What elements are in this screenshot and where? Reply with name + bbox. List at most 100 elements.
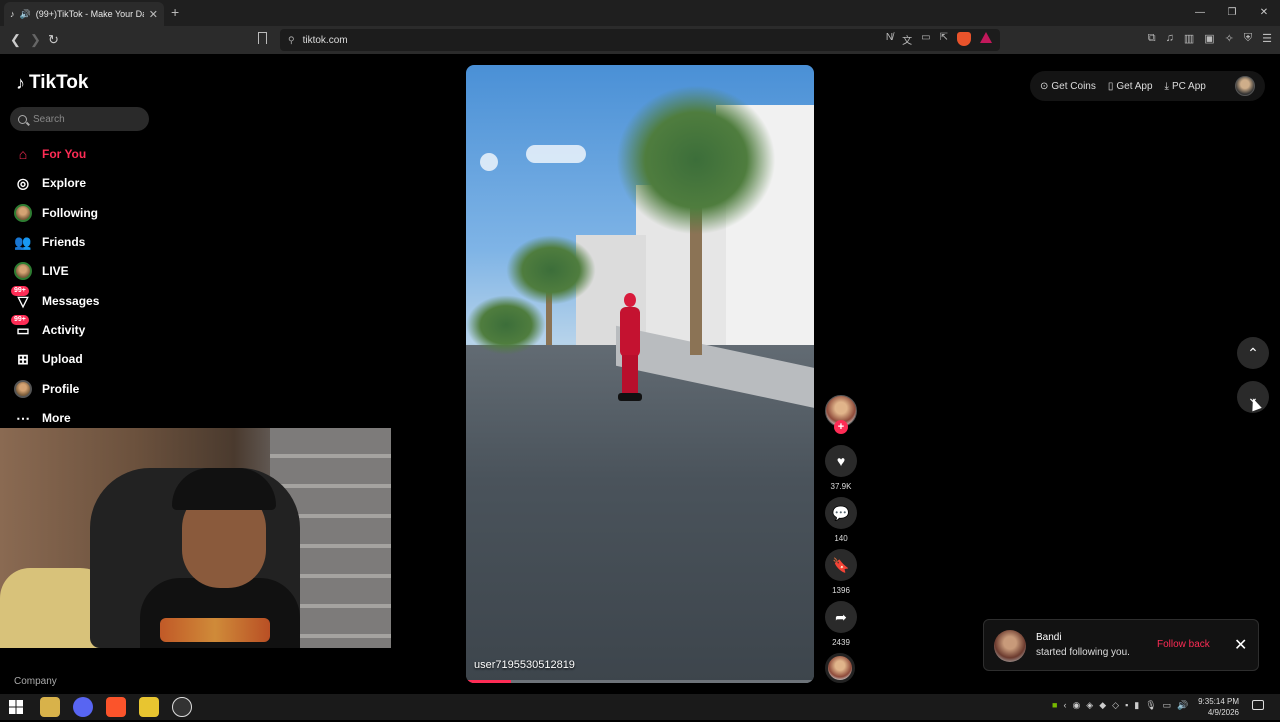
video-player[interactable]: user7195530512819 — [466, 65, 814, 683]
sidebar-item-profile[interactable]: Profile — [14, 377, 154, 401]
profile-icon — [14, 380, 32, 398]
get-app-label: Get App — [1116, 80, 1153, 92]
vpn-icon[interactable]: ⛨ — [1244, 32, 1252, 45]
skater — [616, 293, 644, 403]
heart-icon: ♥ — [836, 453, 846, 469]
tiktok-logo[interactable]: ♪ TikTok — [16, 72, 88, 94]
avatar-icon — [14, 262, 32, 280]
sidebar-item-following[interactable]: Following — [14, 201, 154, 225]
save-button[interactable]: 🔖 — [825, 549, 857, 581]
previous-video-button[interactable]: ⌃ — [1237, 337, 1269, 369]
download-icon: ⤓ — [1164, 80, 1169, 92]
leo-ai-icon[interactable]: ✧ — [1225, 32, 1234, 45]
pc-app-button[interactable]: ⤓ PC App — [1165, 81, 1206, 92]
share-icon[interactable]: ⇱ — [940, 32, 948, 47]
minimize-button[interactable]: — — [1184, 0, 1216, 26]
discord-icon[interactable] — [73, 697, 93, 717]
like-button[interactable]: ♥ — [825, 445, 857, 477]
brave-shield-icon[interactable] — [957, 32, 971, 46]
palm-top — [506, 235, 596, 305]
sidebar-item-messages[interactable]: ▽ 99+ Messages — [11, 286, 154, 313]
brave-browser-icon[interactable] — [106, 697, 126, 717]
get-app-button[interactable]: ▯ Get App — [1108, 81, 1153, 92]
tab-close-button[interactable]: ✕ — [149, 8, 158, 21]
search-input[interactable]: Search — [10, 107, 149, 131]
follower-avatar[interactable] — [994, 630, 1026, 662]
sidebar-item-label: More — [42, 411, 71, 425]
game-app-icon[interactable] — [139, 697, 159, 717]
steam-icon[interactable]: ◉ — [1072, 700, 1080, 711]
user-avatar[interactable] — [1235, 76, 1255, 96]
notification-center-icon[interactable] — [1252, 700, 1264, 710]
file-explorer-icon[interactable] — [40, 697, 60, 717]
bookmark-icon[interactable] — [258, 32, 267, 44]
video-progress-bar[interactable] — [466, 680, 814, 683]
sidebar-item-more[interactable]: ⋯ More — [14, 406, 154, 430]
brave-rewards-icon[interactable] — [980, 32, 992, 43]
like-count: 37.9K — [830, 482, 852, 491]
comment-button[interactable]: 💬 — [825, 497, 857, 529]
company-link[interactable]: Company — [14, 676, 57, 687]
start-button[interactable] — [6, 697, 26, 717]
follow-notification: Bandi started following you. Follow back… — [983, 619, 1259, 671]
sidebar-item-label: Messages — [42, 294, 100, 308]
close-notification-button[interactable]: ✕ — [1234, 635, 1247, 655]
get-coins-label: Get Coins — [1051, 80, 1096, 92]
system-clock[interactable]: 9:35:14 PM 4/9/2026 — [1195, 696, 1239, 718]
video-username[interactable]: user7195530512819 — [474, 659, 575, 671]
obs-icon[interactable] — [172, 697, 192, 717]
sidebar-icon[interactable]: ▥ — [1184, 32, 1194, 45]
save-count: 1396 — [832, 586, 850, 595]
system-tray: ■ ‹ ◉ ◈ ◆ ◇ ▪ ▮ 🎙 ▭ 🔊 — [1052, 700, 1188, 711]
forward-button[interactable]: ❯ — [30, 32, 41, 48]
menu-icon[interactable]: ☰ — [1262, 32, 1272, 45]
tray-app-icon[interactable]: ▪ — [1125, 700, 1128, 711]
sidebar-item-for-you[interactable]: ⌂ For You — [14, 142, 154, 166]
media-icon[interactable]: ♫ — [1166, 32, 1174, 45]
wallet-icon[interactable]: ▣ — [1204, 32, 1214, 45]
search-icon — [18, 114, 27, 124]
new-tab-button[interactable]: + — [171, 4, 179, 20]
restore-button[interactable]: ❐ — [1216, 0, 1248, 26]
follower-name: Bandi — [1036, 632, 1062, 643]
battery-icon[interactable]: ▮ — [1134, 700, 1139, 711]
tray-app-icon[interactable]: ◇ — [1112, 700, 1119, 711]
microphone-icon[interactable]: 🎙 — [1145, 700, 1156, 711]
follow-back-button[interactable]: Follow back — [1157, 639, 1210, 650]
coin-icon: ⊙ — [1040, 80, 1049, 92]
window-controls: — ❐ ✕ — [1184, 0, 1280, 26]
tray-app-icon[interactable]: ◈ — [1086, 700, 1093, 711]
follow-plus-button[interactable]: + — [834, 420, 848, 434]
site-info-icon[interactable]: ⚲ — [288, 35, 295, 46]
webcam-shirt-print — [160, 618, 270, 642]
compass-icon: ◎ — [16, 174, 30, 191]
sidebar-item-activity[interactable]: ▭ 99+ Activity — [11, 315, 154, 342]
sidebar-item-explore[interactable]: ◎ Explore — [14, 171, 154, 195]
reader-mode-icon[interactable]: N̸ — [886, 32, 893, 47]
music-disc[interactable] — [825, 653, 855, 683]
sidebar-item-upload[interactable]: ⊞ Upload — [14, 347, 154, 371]
upload-icon: ⊞ — [17, 350, 29, 367]
reload-button[interactable]: ↻ — [48, 32, 59, 48]
sidebar-item-live[interactable]: LIVE — [14, 259, 154, 283]
logo-text: TikTok — [29, 72, 89, 93]
back-button[interactable]: ❮ — [10, 32, 21, 48]
pc-app-label: PC App — [1171, 80, 1206, 92]
network-icon[interactable]: ▭ — [1163, 700, 1172, 711]
cast-icon[interactable]: ▭ — [921, 32, 930, 47]
get-coins-button[interactable]: ⊙ Get Coins — [1040, 81, 1096, 92]
speaker-icon[interactable]: 🔊 — [20, 9, 31, 20]
sidebar-item-friends[interactable]: 👥 Friends — [14, 230, 154, 254]
volume-icon[interactable]: 🔊 — [1177, 700, 1188, 711]
address-bar[interactable]: ⚲ tiktok.com N̸ 文 ▭ ⇱ — [280, 29, 1000, 51]
browser-tab[interactable]: ♪ 🔊 (99+)TikTok - Make Your Day ✕ — [4, 2, 164, 26]
tray-chevron-icon[interactable]: ‹ — [1063, 700, 1066, 711]
sidebar-item-label: Friends — [42, 235, 86, 249]
translate-icon[interactable]: 文 — [902, 32, 912, 47]
tab-search-icon[interactable]: ⧉ — [1148, 32, 1156, 45]
browser-tab-bar: ♪ 🔊 (99+)TikTok - Make Your Day ✕ + — ❐ … — [0, 0, 1280, 26]
share-button[interactable]: ➦ — [825, 601, 857, 633]
tray-app-icon[interactable]: ◆ — [1099, 700, 1106, 711]
nvidia-icon[interactable]: ■ — [1052, 700, 1057, 711]
window-close-button[interactable]: ✕ — [1248, 0, 1280, 26]
